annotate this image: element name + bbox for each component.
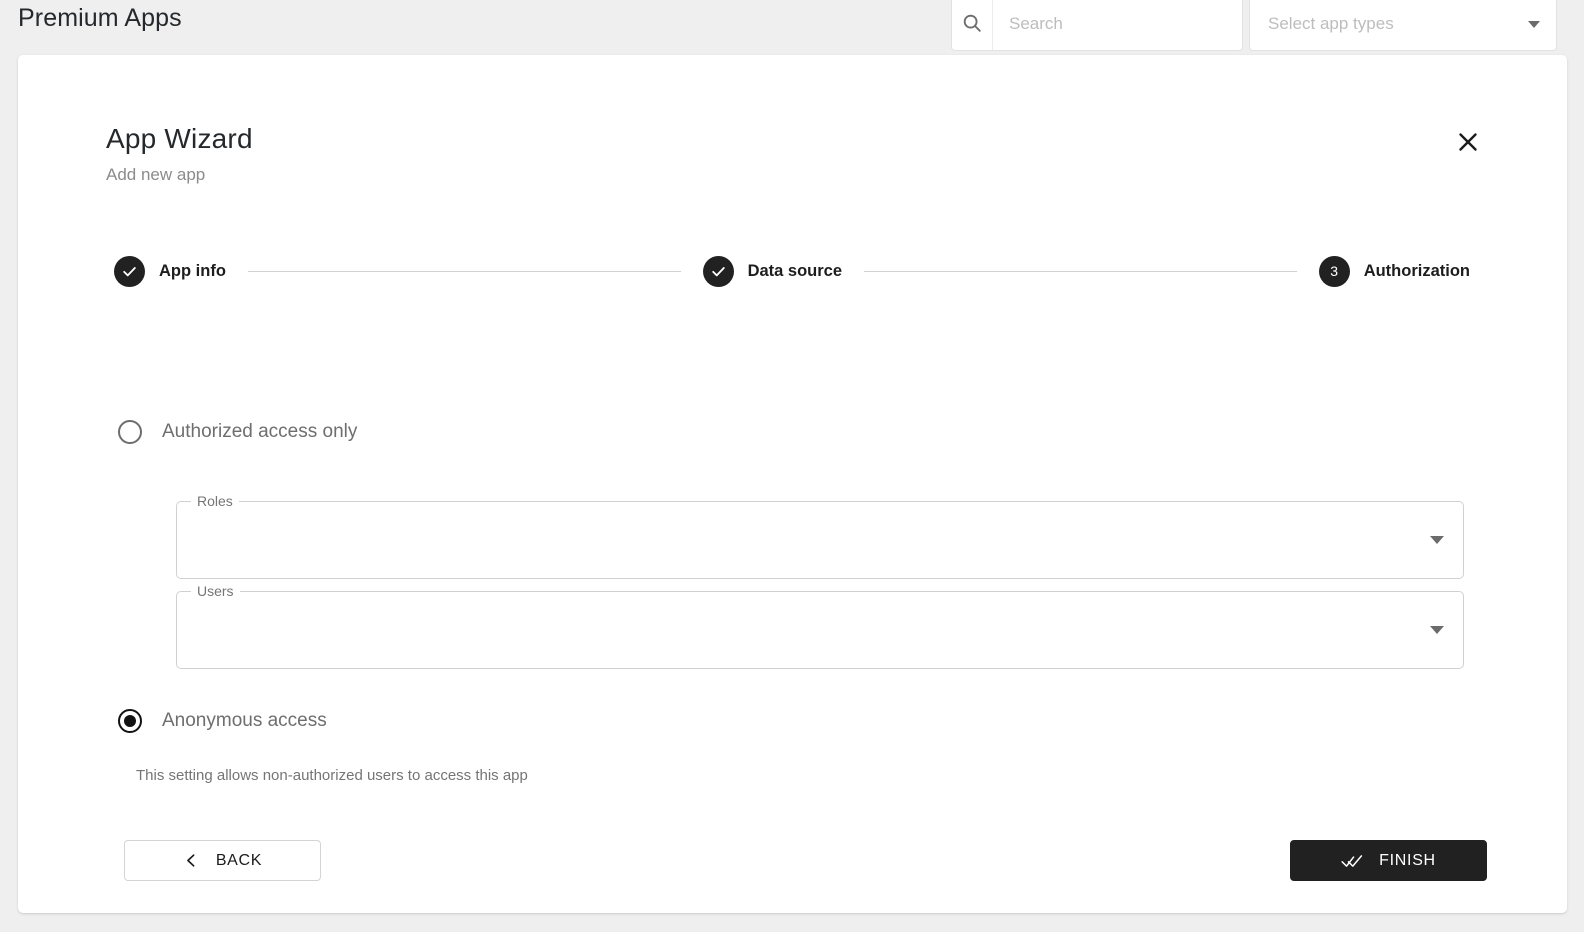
chevron-left-icon [183, 852, 200, 869]
finish-button[interactable]: FINISH [1290, 840, 1487, 881]
page-title: Premium Apps [18, 4, 182, 32]
close-icon [1456, 130, 1480, 157]
wizard-title: App Wizard [106, 123, 253, 154]
step-label-data-source: Data source [747, 261, 843, 280]
radio-dot [124, 715, 136, 727]
back-button-label: BACK [215, 851, 263, 869]
step-marker-completed [114, 255, 145, 287]
radio-authorized-access-only[interactable]: Authorized access only [118, 420, 357, 444]
chevron-down-icon [1430, 626, 1444, 634]
app-types-select[interactable]: Select app types [1249, 0, 1557, 51]
search-box[interactable] [951, 0, 1243, 51]
search-icon [952, 0, 993, 50]
step-authorization[interactable]: 3 Authorization [1318, 255, 1471, 287]
app-types-select-label: Select app types [1268, 14, 1394, 33]
step-label-app-info: App info [159, 261, 226, 280]
step-marker-active: 3 [1318, 255, 1350, 287]
radio-label-anonymous-access: Anonymous access [162, 710, 327, 731]
wizard-subtitle: Add new app [106, 165, 206, 184]
radio-anonymous-access[interactable]: Anonymous access [118, 709, 327, 733]
step-label-authorization: Authorization [1363, 261, 1471, 280]
roles-field-label: Roles [191, 493, 239, 509]
search-input[interactable] [993, 0, 1242, 50]
users-select[interactable]: Users [176, 583, 1464, 669]
chevron-down-icon [1528, 20, 1540, 28]
radio-unchecked-icon [118, 420, 142, 444]
step-marker-completed [702, 255, 734, 287]
roles-select[interactable]: Roles [176, 493, 1464, 579]
finish-button-label: FINISH [1379, 851, 1436, 869]
wizard-stepper: App info Data source 3 Authorization [114, 251, 1470, 291]
users-field-label: Users [191, 583, 240, 599]
step-connector-2 [864, 270, 1297, 272]
radio-checked-icon [118, 709, 142, 733]
anonymous-access-helper-text: This setting allows non-authorized users… [136, 767, 528, 784]
step-app-info[interactable]: App info [114, 255, 226, 287]
page-header: Premium Apps Select app types [0, 0, 1584, 55]
done-all-icon [1341, 852, 1363, 870]
chevron-down-icon [1430, 536, 1444, 544]
radio-label-authorized-access-only: Authorized access only [162, 421, 358, 442]
step-connector-1 [247, 270, 681, 272]
back-button[interactable]: BACK [124, 840, 321, 881]
close-button[interactable] [1448, 123, 1488, 163]
step-data-source[interactable]: Data source [702, 255, 843, 287]
app-wizard-card: App Wizard Add new app App info Data sou… [18, 55, 1567, 913]
